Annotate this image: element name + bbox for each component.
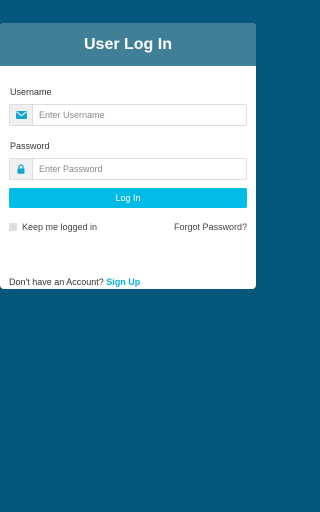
- signup-prompt: Don't have an Account?: [9, 277, 107, 287]
- card-header: User Log In: [0, 23, 256, 66]
- lock-icon: [10, 159, 33, 179]
- page-title: User Log In: [83, 35, 172, 53]
- password-input-group: [9, 158, 247, 180]
- login-button[interactable]: Log In: [9, 188, 247, 208]
- username-input-group: [9, 104, 247, 126]
- remember-row: Keep me logged in Forgot Password?: [9, 221, 247, 233]
- username-input[interactable]: [33, 105, 246, 125]
- username-label: Username: [10, 87, 52, 97]
- envelope-icon: [10, 105, 33, 125]
- password-label: Password: [10, 141, 50, 151]
- remember-checkbox[interactable]: [9, 223, 17, 231]
- password-input[interactable]: [33, 159, 246, 179]
- signup-link[interactable]: Sign Up: [106, 277, 140, 287]
- remember-label[interactable]: Keep me logged in: [22, 222, 97, 232]
- signup-row: Don't have an Account? Sign Up: [9, 277, 140, 287]
- forgot-password-link[interactable]: Forgot Password?: [174, 222, 247, 232]
- login-card: User Log In Username Password Log In Kee…: [0, 23, 256, 289]
